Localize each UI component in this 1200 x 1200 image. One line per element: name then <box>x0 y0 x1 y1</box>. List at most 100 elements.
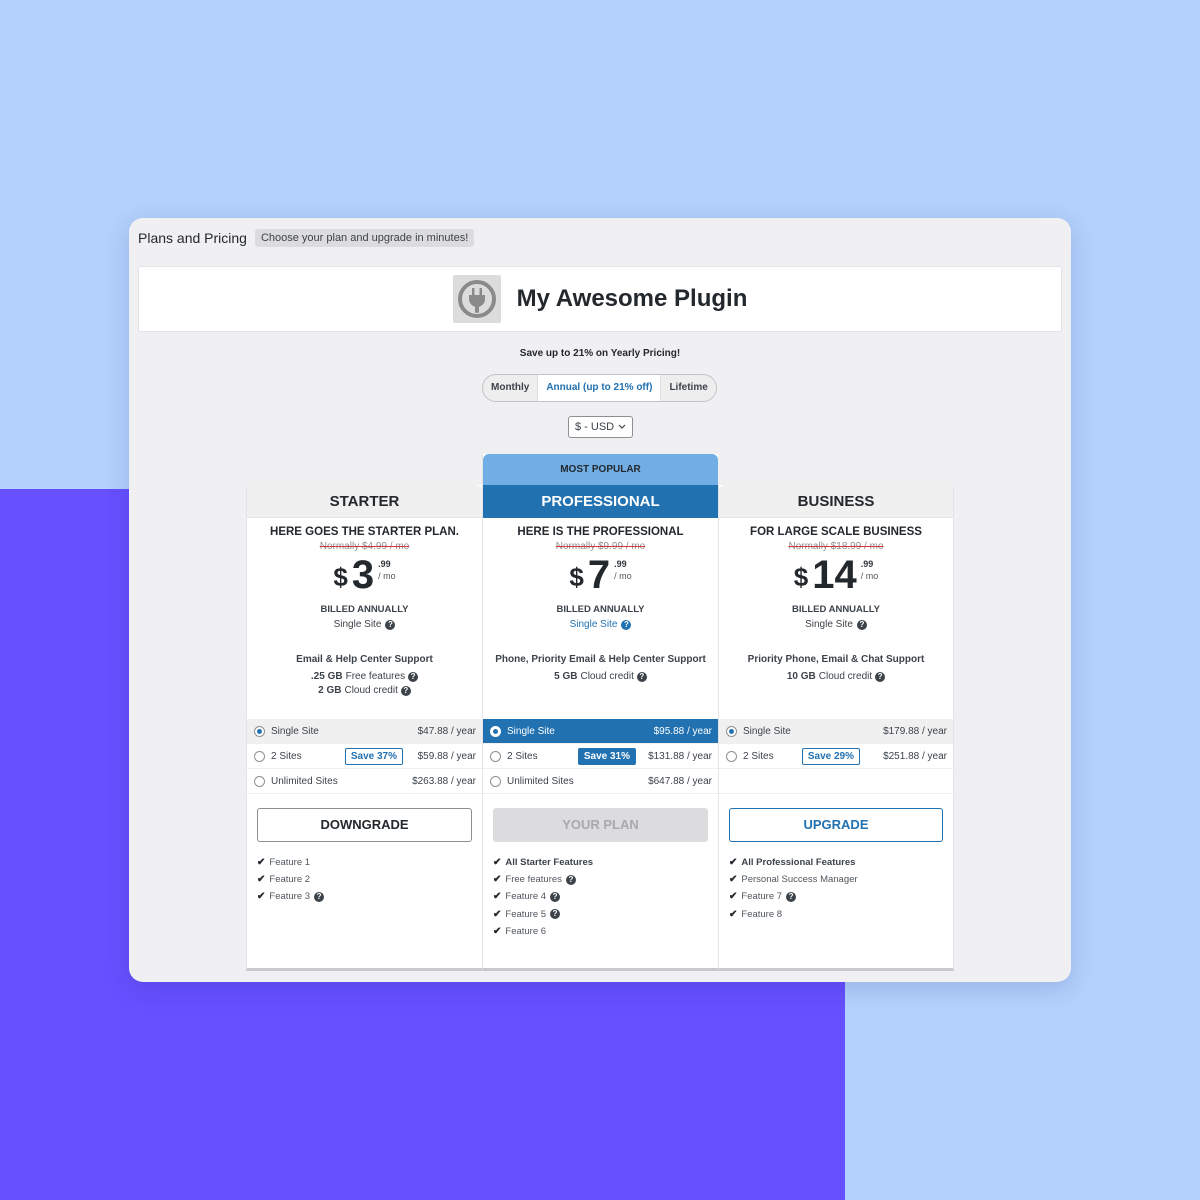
billing-cycle-monthly[interactable]: Monthly <box>483 375 537 401</box>
quota-item: 5 GB Cloud credit? <box>483 671 718 682</box>
check-icon: ✔ <box>493 925 502 937</box>
billing-cycle-annual[interactable]: Annual (up to 21% off) <box>537 375 662 401</box>
radio-selected[interactable] <box>726 725 737 737</box>
option-price: $95.88 / year <box>653 725 712 737</box>
feature-list: ✔ Feature 1 ✔ Feature 2 ✔ Feature 3? <box>257 854 325 906</box>
upgrade-button[interactable]: UPGRADE <box>729 808 943 842</box>
plan-name: BUSINESS <box>719 485 953 518</box>
help-icon[interactable]: ? <box>550 891 561 902</box>
radio[interactable] <box>490 750 501 762</box>
normal-price: Normally $18.99 / mo <box>788 541 884 552</box>
top-bar: Plans and Pricing Choose your plan and u… <box>138 229 475 247</box>
save-badge: Save 29% <box>801 747 860 765</box>
option-label: Single Site <box>507 725 555 737</box>
option-label: Single Site <box>743 725 791 737</box>
radio-selected[interactable] <box>490 725 501 737</box>
price-cents: .99 <box>614 559 627 569</box>
feature-item: ✔ Free features? <box>493 871 593 888</box>
currency-symbol: $ <box>333 562 348 592</box>
save-badge: Save 37% <box>344 747 403 765</box>
empty-option-row <box>719 769 953 794</box>
pricing-options: Single Site $179.88 / year 2 Sites Save … <box>719 719 953 794</box>
quota-item: 10 GB Cloud credit? <box>719 671 953 682</box>
radio[interactable] <box>254 775 265 787</box>
plan-description: HERE GOES THE STARTER PLAN. <box>270 526 459 538</box>
price-unit: / mo <box>614 571 632 581</box>
page-title: Plans and Pricing <box>138 230 247 246</box>
help-icon[interactable]: ? <box>565 874 576 885</box>
billing-cycle-lifetime[interactable]: Lifetime <box>661 375 715 401</box>
radio-selected[interactable] <box>254 725 265 737</box>
site-count: Single Site <box>569 619 618 630</box>
billing-period: BILLED ANNUALLY <box>792 604 880 615</box>
help-icon[interactable]: ? <box>875 671 886 682</box>
help-icon[interactable]: ? <box>385 619 396 630</box>
plans-table: STARTER HERE GOES THE STARTER PLAN. Norm… <box>246 454 954 971</box>
feature-list: ✔ All Professional Features ✔ Personal Suc… <box>729 854 858 923</box>
check-icon: ✔ <box>729 891 738 903</box>
check-icon: ✔ <box>257 857 266 869</box>
pricing-option-single-site[interactable]: Single Site $179.88 / year <box>719 719 953 744</box>
plan-professional: MOST POPULAR PROFESSIONAL HERE IS THE PR… <box>482 454 718 971</box>
quota-amount: 5 GB <box>554 671 578 682</box>
option-price: $131.88 / year <box>648 750 712 762</box>
pricing-option-unlimited[interactable]: Unlimited Sites $263.88 / year <box>247 769 482 794</box>
check-icon: ✔ <box>493 857 502 869</box>
price-unit: / mo <box>378 571 396 581</box>
pricing-window: Plans and Pricing Choose your plan and u… <box>129 218 1071 982</box>
radio[interactable] <box>490 775 501 787</box>
plan-name: PROFESSIONAL <box>483 485 718 518</box>
help-icon[interactable]: ? <box>314 891 325 902</box>
help-icon[interactable]: ? <box>400 685 411 696</box>
support-level: Priority Phone, Email & Chat Support <box>747 654 925 665</box>
option-label: Single Site <box>271 725 319 737</box>
currency-value: $ - USD <box>575 421 615 433</box>
currency-select[interactable]: $ - USD <box>568 416 634 438</box>
page-subtitle: Choose your plan and upgrade in minutes! <box>254 229 475 247</box>
pricing-option-unlimited[interactable]: Unlimited Sites $647.88 / year <box>483 769 718 794</box>
plug-icon <box>452 275 501 323</box>
option-price: $179.88 / year <box>883 725 947 737</box>
help-icon[interactable]: ? <box>408 671 419 682</box>
help-icon[interactable]: ? <box>621 619 632 630</box>
feature-item: ✔ Feature 7? <box>729 888 858 905</box>
normal-price: Normally $9.99 / mo <box>555 541 646 552</box>
check-icon: ✔ <box>257 874 266 886</box>
pricing-option-2-sites[interactable]: 2 Sites Save 37% $59.88 / year <box>247 744 482 769</box>
plan-name: STARTER <box>247 485 482 518</box>
most-popular-badge: MOST POPULAR <box>483 454 718 485</box>
currency-symbol: $ <box>569 562 584 592</box>
check-icon: ✔ <box>493 908 502 920</box>
check-icon: ✔ <box>493 891 502 903</box>
option-price: $59.88 / year <box>417 750 476 762</box>
pricing-option-single-site[interactable]: Single Site $95.88 / year <box>483 719 718 744</box>
feature-item: ✔ Feature 6 <box>493 925 547 937</box>
quota-label: Cloud credit <box>818 671 873 682</box>
pricing-option-2-sites[interactable]: 2 Sites Save 31% $131.88 / year <box>483 744 718 769</box>
pricing-option-single-site[interactable]: Single Site $47.88 / year <box>247 719 482 744</box>
feature-item: ✔ Feature 2 <box>257 874 311 886</box>
support-level: Phone, Priority Email & Help Center Supp… <box>495 654 706 665</box>
check-icon: ✔ <box>729 874 738 886</box>
help-icon[interactable]: ? <box>856 619 867 630</box>
price-unit: / mo <box>860 571 879 581</box>
quota-amount: 2 GB <box>318 685 342 696</box>
radio[interactable] <box>726 750 737 762</box>
feature-item: ✔ Feature 8 <box>729 908 783 920</box>
downgrade-button[interactable]: DOWNGRADE <box>257 808 472 842</box>
help-icon[interactable]: ? <box>786 891 797 902</box>
quota-label: Free features <box>345 671 406 682</box>
feature-item: ✔ Feature 5? <box>493 906 593 923</box>
pricing-option-2-sites[interactable]: 2 Sites Save 29% $251.88 / year <box>719 744 953 769</box>
feature-item: ✔ All Professional Features <box>729 857 856 869</box>
support-level: Email & Help Center Support <box>296 654 433 665</box>
radio[interactable] <box>254 750 265 762</box>
site-count: Single Site <box>333 619 382 630</box>
help-icon[interactable]: ? <box>550 909 561 920</box>
help-icon[interactable]: ? <box>636 671 647 682</box>
feature-item: ✔ Feature 3? <box>257 888 325 905</box>
feature-item: ✔ Personal Success Manager <box>729 874 858 886</box>
option-price: $47.88 / year <box>417 725 476 737</box>
price-cents: .99 <box>860 559 874 569</box>
quota-label: Cloud credit <box>344 685 398 696</box>
